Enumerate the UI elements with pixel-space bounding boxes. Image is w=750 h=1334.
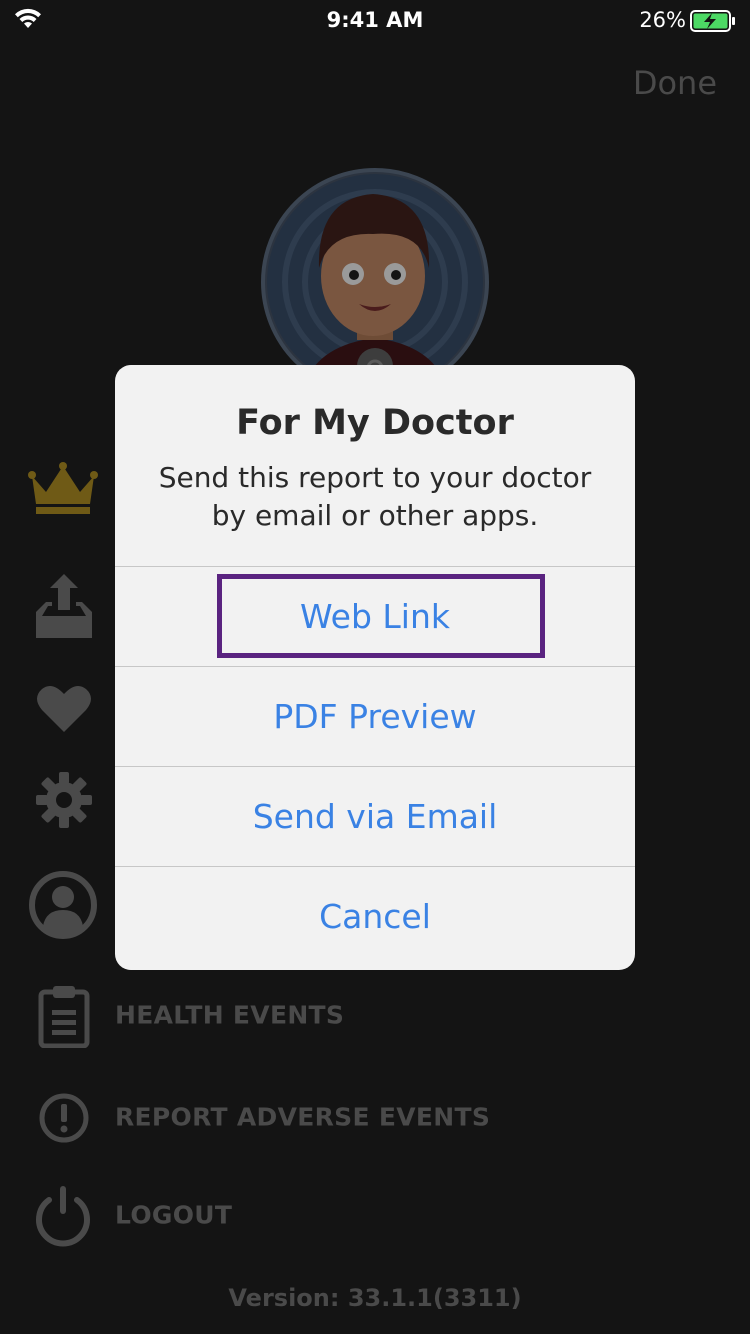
alert-dialog: For My Doctor Send this report to your d… (115, 365, 635, 970)
web-link-button[interactable]: Web Link (115, 566, 635, 666)
menu-item-label: HEALTH EVENTS (115, 1000, 345, 1030)
pdf-preview-button[interactable]: PDF Preview (115, 666, 635, 766)
avatar[interactable] (261, 168, 489, 396)
status-time: 9:41 AM (326, 8, 424, 32)
send-via-email-label: Send via Email (252, 797, 498, 836)
heart-icon[interactable] (36, 684, 92, 739)
pdf-preview-label: PDF Preview (273, 697, 477, 736)
cancel-button[interactable]: Cancel (115, 866, 635, 966)
crown-icon[interactable] (28, 462, 98, 521)
profile-icon[interactable] (28, 870, 98, 945)
screen: 9:41 AM 26% Done HEALTH EVENTS REPORT AD… (0, 0, 750, 1334)
menu-item-health-events[interactable]: HEALTH EVENTS (28, 980, 750, 1050)
menu-item-label: REPORT ADVERSE EVENTS (115, 1102, 491, 1132)
cancel-label: Cancel (319, 897, 431, 936)
battery-percent: 26% (639, 8, 686, 32)
status-bar: 9:41 AM 26% (0, 0, 750, 40)
alert-actions: Web Link PDF Preview Send via Email Canc… (115, 566, 635, 966)
menu-item-logout[interactable]: LOGOUT (28, 1180, 750, 1250)
gear-icon[interactable] (36, 772, 92, 833)
highlight-box (217, 574, 545, 658)
clipboard-icon (38, 984, 90, 1053)
share-tray-icon[interactable] (34, 572, 94, 645)
alert-title: For My Doctor (236, 403, 514, 443)
exclamation-circle-icon (38, 1092, 90, 1149)
alert-message: Send this report to your doctor by email… (158, 461, 592, 532)
send-via-email-button[interactable]: Send via Email (115, 766, 635, 866)
battery-charging-icon (690, 10, 736, 37)
power-icon (32, 1184, 94, 1253)
version-label: Version: 33.1.1(3311) (228, 1284, 522, 1312)
menu-item-label: LOGOUT (115, 1200, 233, 1230)
menu-item-report-adverse-events[interactable]: REPORT ADVERSE EVENTS (28, 1082, 750, 1152)
done-button[interactable]: Done (633, 64, 717, 102)
